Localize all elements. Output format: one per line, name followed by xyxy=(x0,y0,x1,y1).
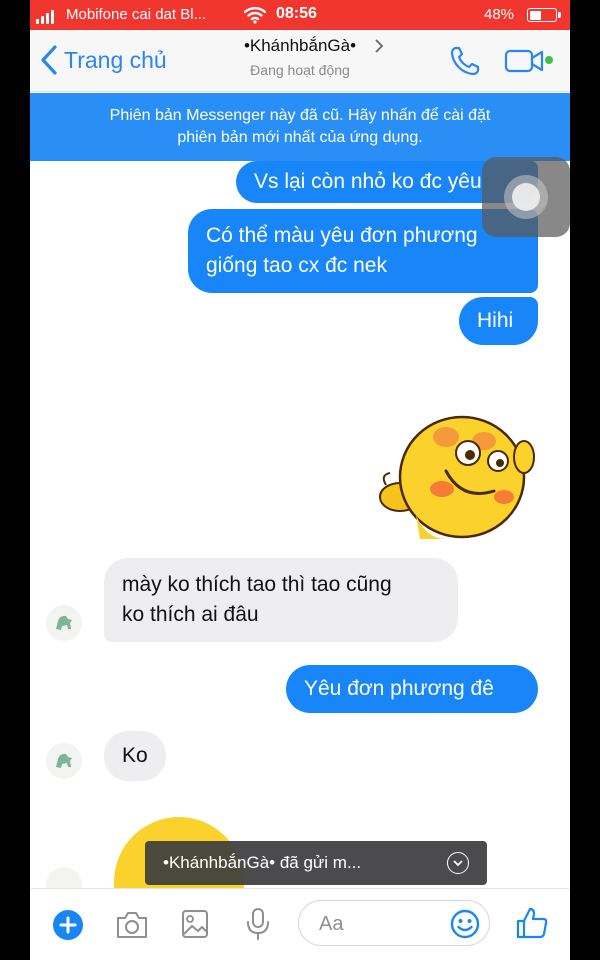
battery-icon xyxy=(527,8,557,22)
dinosaur-avatar-icon xyxy=(56,615,72,630)
back-label: Trang chủ xyxy=(64,46,167,73)
message-text: giống tao cx đc nek xyxy=(206,254,387,277)
messenger-screen: Mobifone cai dat Bl... 08:56 48% Trang c… xyxy=(30,0,570,960)
message-list[interactable]: Vs lại còn nhỏ ko đc yêu Có thể màu yêu … xyxy=(30,161,570,891)
camera-icon[interactable] xyxy=(114,909,150,941)
battery-nub xyxy=(558,12,561,18)
message-text: ko thích ai đâu xyxy=(122,603,259,626)
update-banner[interactable]: Phiên bản Messenger này đã cũ. Hãy nhấn … xyxy=(30,93,570,161)
carrier-name: Mobifone cai dat Bl... xyxy=(66,6,207,23)
contact-info[interactable]: •KhánhbắnGà• Đang hoạt động xyxy=(220,36,384,78)
wifi-icon xyxy=(244,7,266,24)
message-text: Ko xyxy=(122,744,148,767)
chevron-left-icon xyxy=(41,45,57,75)
chevron-down-icon xyxy=(447,852,469,874)
assistive-touch-center xyxy=(512,183,540,211)
chevron-right-icon xyxy=(375,39,384,53)
signal-icon xyxy=(36,10,54,24)
microphone-icon[interactable] xyxy=(244,906,272,942)
message-bubble[interactable]: Hihi xyxy=(459,297,538,345)
contact-name: •KhánhbắnGà• xyxy=(243,36,357,55)
banner-line-2: phiên bản mới nhất của ứng dụng. xyxy=(177,129,423,146)
assistive-touch-button[interactable] xyxy=(482,157,570,237)
message-text: Có thể màu yêu đơn phương xyxy=(206,224,478,247)
dinosaur-avatar-icon xyxy=(56,753,72,768)
back-button[interactable]: Trang chủ xyxy=(40,42,167,78)
message-text: Hihi xyxy=(477,309,514,332)
plus-icon[interactable] xyxy=(52,909,84,941)
message-bubble[interactable]: Yêu đơn phương đê xyxy=(286,665,538,713)
image-icon[interactable] xyxy=(180,908,210,940)
avatar[interactable] xyxy=(46,605,82,641)
contact-status: Đang hoạt động xyxy=(250,62,350,78)
active-dot xyxy=(545,56,553,64)
conversation-header: Trang chủ •KhánhbắnGà• Đang hoạt động xyxy=(30,30,570,92)
message-text: Vs lại còn nhỏ ko đc yêu xyxy=(254,170,482,193)
battery-level xyxy=(529,10,542,20)
video-icon[interactable] xyxy=(504,48,548,74)
message-input-box[interactable] xyxy=(298,900,490,946)
message-bubble[interactable]: Ko xyxy=(104,731,166,781)
message-input[interactable] xyxy=(319,911,439,937)
avatar[interactable] xyxy=(46,743,82,779)
message-bubble[interactable]: mày ko thích tao thì tao cũng ko thích a… xyxy=(104,558,458,642)
message-text: Yêu đơn phương đê xyxy=(304,677,494,700)
toast-text: •KhánhbắnGà• đã gửi m... xyxy=(163,853,362,872)
composer-bar xyxy=(30,888,570,960)
clock: 08:56 xyxy=(276,5,317,22)
message-text: mày ko thích tao thì tao cũng xyxy=(122,573,392,596)
phone-icon[interactable] xyxy=(448,44,482,78)
thumbs-up-icon[interactable] xyxy=(514,905,550,941)
status-bar: Mobifone cai dat Bl... 08:56 48% xyxy=(30,0,570,30)
emoji-icon[interactable] xyxy=(449,908,481,940)
banner-line-1: Phiên bản Messenger này đã cũ. Hãy nhấn … xyxy=(109,107,491,124)
battery-percent: 48% xyxy=(484,6,515,23)
new-message-toast[interactable]: •KhánhbắnGà• đã gửi m... xyxy=(145,841,487,885)
sticker-icon[interactable] xyxy=(376,405,536,539)
